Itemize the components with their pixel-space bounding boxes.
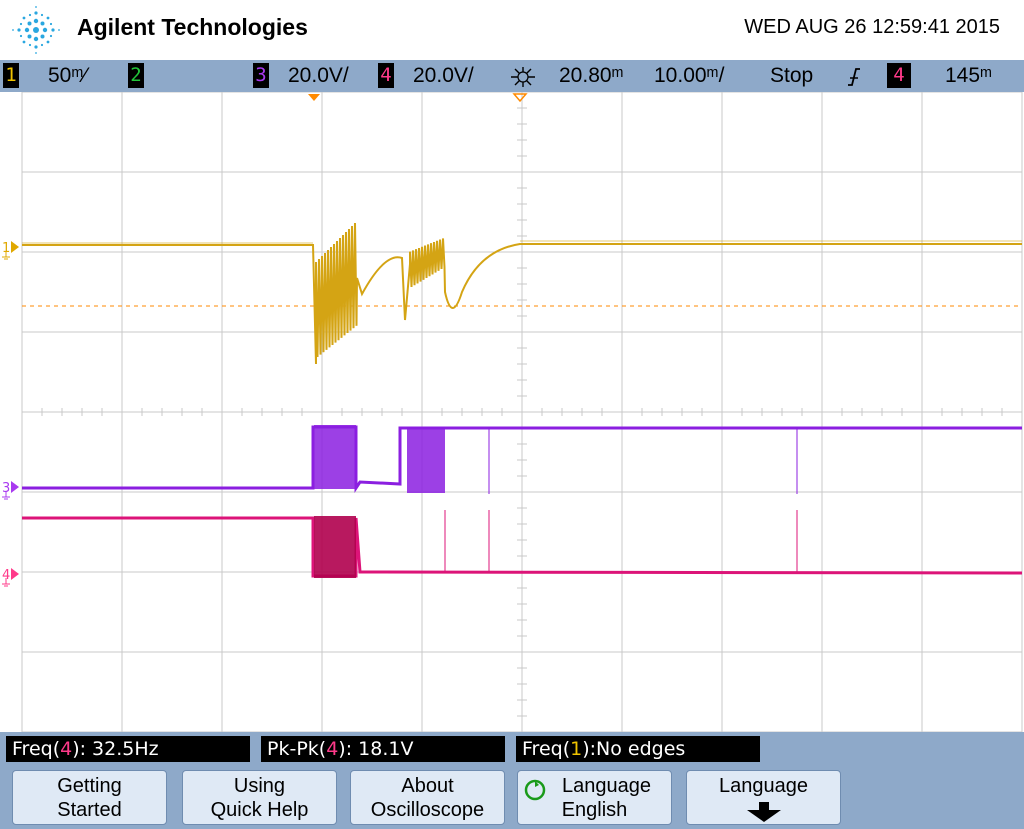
softkey-label-2: Oscilloscope — [370, 799, 485, 821]
submenu-down-arrow-icon — [747, 802, 781, 822]
meas-label: Freq( — [12, 738, 61, 760]
meas-source: 4 — [326, 738, 339, 760]
softkey-label-1: About — [401, 775, 454, 797]
softkey-label-2: English — [561, 799, 628, 821]
language-english-button[interactable]: Language English — [517, 770, 672, 825]
brand-name: Agilent Technologies — [77, 14, 308, 40]
channel-4-ground-arrow-icon — [11, 568, 19, 580]
meas-source: 4 — [60, 738, 73, 760]
meas-value: ): 32.5Hz — [72, 738, 159, 760]
channel-3-burst — [314, 425, 356, 489]
meas-value: ):No edges — [582, 738, 686, 760]
softkey-label-1: Using — [233, 775, 286, 797]
channel-4-burst — [314, 516, 356, 578]
channel-2-badge[interactable]: 2 — [128, 63, 144, 88]
channel-1-badge[interactable]: 1 — [3, 63, 19, 88]
agilent-spark-logo-icon — [12, 6, 60, 54]
date-time: WED AUG 26 12:59:41 2015 — [744, 16, 1000, 38]
trigger-marker-icon — [308, 94, 320, 101]
meas-label: Pk-Pk( — [267, 738, 327, 760]
getting-started-button[interactable]: Getting Started — [12, 770, 167, 825]
channel-4-scale[interactable]: 20.0V/ — [413, 63, 474, 89]
header: Agilent Technologies WED AUG 26 12:59:41… — [0, 0, 1024, 60]
trigger-source-badge[interactable]: 4 — [887, 63, 911, 88]
rising-edge-icon — [848, 68, 860, 86]
softkey-label-1: Language — [562, 775, 651, 797]
meas-value: ): 18.1V — [338, 738, 414, 760]
channel-4-badge[interactable]: 4 — [378, 63, 394, 88]
time-scale[interactable]: 10.00ᵐ/ — [654, 63, 724, 89]
waveform-plot: 134 — [2, 92, 1023, 732]
channel-3-badge[interactable]: 3 — [253, 63, 269, 88]
run-state[interactable]: Stop — [770, 63, 813, 89]
measurement-pkpk-ch4[interactable]: Pk-Pk(4): 18.1V — [261, 736, 505, 762]
channel-1-scale[interactable]: 50ᵐ⁄ — [48, 63, 87, 89]
channel-3-ground-arrow-icon — [11, 481, 19, 493]
time-delay[interactable]: 20.80ᵐ — [559, 63, 624, 89]
time-ref-marker-icon — [512, 93, 528, 103]
softkey-label-1: Getting — [57, 775, 122, 797]
measurement-bar: Freq(4): 32.5Hz Pk-Pk(4): 18.1V Freq(1):… — [0, 732, 1024, 766]
softkey-label-1: Language — [719, 775, 808, 797]
channel-3-burst — [407, 427, 445, 493]
measurement-freq-ch4[interactable]: Freq(4): 32.5Hz — [6, 736, 250, 762]
trigger-level[interactable]: 145ᵐ — [945, 63, 992, 89]
softkey-bar: Getting Started Using Quick Help About O… — [0, 766, 1024, 829]
channel-3-scale[interactable]: 20.0V/ — [288, 63, 349, 89]
softkey-label-2: Quick Help — [210, 799, 309, 821]
channel-1-ground-arrow-icon — [11, 241, 19, 253]
about-oscilloscope-button[interactable]: About Oscilloscope — [350, 770, 505, 825]
channel-status-bar: 1 50ᵐ⁄ 2 3 20.0V/ 4 20.0V/ 20.80ᵐ 10.00ᵐ… — [0, 60, 1024, 92]
trigger-position-icon — [511, 67, 535, 87]
measurement-freq-ch1[interactable]: Freq(1):No edges — [516, 736, 760, 762]
quick-help-button[interactable]: Using Quick Help — [182, 770, 337, 825]
softkey-label-2: Started — [57, 799, 122, 821]
language-menu-button[interactable]: Language — [686, 770, 841, 825]
meas-label: Freq( — [522, 738, 571, 760]
waveform-display[interactable]: 134 — [0, 92, 1024, 732]
meas-source: 1 — [570, 738, 583, 760]
